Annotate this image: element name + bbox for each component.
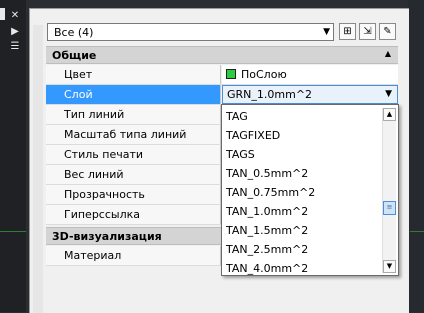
property-row-color[interactable]: Цвет ПоСлою (46, 65, 398, 85)
expand-icon[interactable]: ▶ (9, 26, 21, 38)
pickadd-icon: ⊞ (343, 26, 352, 37)
collapse-icon[interactable]: ▲ (385, 49, 391, 58)
property-value[interactable]: ПоСлою (222, 65, 398, 84)
dropdown-item[interactable]: TAN_1.0mm^2 (224, 202, 308, 221)
menu-icon[interactable]: ☰ (9, 41, 21, 53)
dropdown-item[interactable]: TAG (224, 107, 248, 126)
section-title: 3D-визуализация (52, 230, 162, 243)
layer-value-dropdown[interactable]: GRN_1.0mm^2 ▼ (222, 85, 398, 104)
drawing-canvas-edge (408, 0, 424, 312)
layer-dropdown-list[interactable]: TAG TAGFIXED TAGS TAN_0.5mm^2 TAN_0.75mm… (221, 104, 399, 276)
color-value: ПоСлою (241, 68, 287, 81)
section-title: Общие (52, 49, 97, 62)
section-general[interactable]: Общие ▲ (46, 46, 398, 64)
panel-grip[interactable] (33, 25, 43, 313)
select-objects-icon: ⇲ (363, 26, 372, 37)
dropdown-scrollbar[interactable]: ▲ ≡ ▼ (382, 108, 396, 273)
scroll-thumb[interactable]: ≡ (383, 201, 396, 215)
dropdown-item[interactable]: TAN_1.5mm^2 (224, 221, 308, 240)
property-name: Гиперссылка (46, 205, 221, 224)
dropdown-item[interactable]: TAN_4.0mm^2 (224, 259, 308, 278)
property-name: Масштаб типа линий (46, 125, 221, 144)
chevron-down-icon[interactable]: ▼ (323, 27, 330, 37)
quick-select-button[interactable]: ✎ (379, 23, 396, 40)
left-toolbar-strip: ✕ ▶ ☰ (0, 0, 26, 312)
property-name: Тип линий (46, 105, 221, 124)
property-name: Материал (46, 246, 221, 265)
canvas-line (0, 231, 26, 232)
dropdown-item[interactable]: TAGFIXED (224, 126, 280, 145)
chevron-down-icon[interactable]: ▼ (385, 86, 392, 103)
property-name: Слой (46, 85, 221, 104)
dropdown-item[interactable]: TAN_0.75mm^2 (224, 183, 315, 202)
quick-select-icon: ✎ (383, 26, 392, 37)
property-name: Вес линий (46, 165, 221, 184)
layer-value: GRN_1.0mm^2 (227, 88, 313, 101)
dropdown-item[interactable]: TAGS (224, 145, 255, 164)
close-icon[interactable]: ✕ (9, 10, 21, 22)
scroll-down-button[interactable]: ▼ (383, 260, 396, 273)
scroll-up-button[interactable]: ▲ (383, 108, 396, 121)
property-name: Стиль печати (46, 145, 221, 164)
selector-value: Все (4) (54, 26, 94, 39)
property-name: Прозрачность (46, 185, 221, 204)
dropdown-item[interactable]: TAN_0.5mm^2 (224, 164, 308, 183)
property-row-layer[interactable]: Слой GRN_1.0mm^2 ▼ (46, 85, 398, 105)
canvas-line (410, 231, 424, 232)
strip-edge-mark (0, 8, 5, 20)
select-objects-button[interactable]: ⇲ (359, 23, 376, 40)
color-swatch-icon (226, 69, 236, 79)
toggle-pickadd-button[interactable]: ⊞ (339, 23, 356, 40)
object-type-selector[interactable]: Все (4) ▼ (47, 23, 334, 41)
dropdown-item[interactable]: TAN_2.5mm^2 (224, 240, 308, 259)
property-name: Цвет (46, 65, 221, 84)
